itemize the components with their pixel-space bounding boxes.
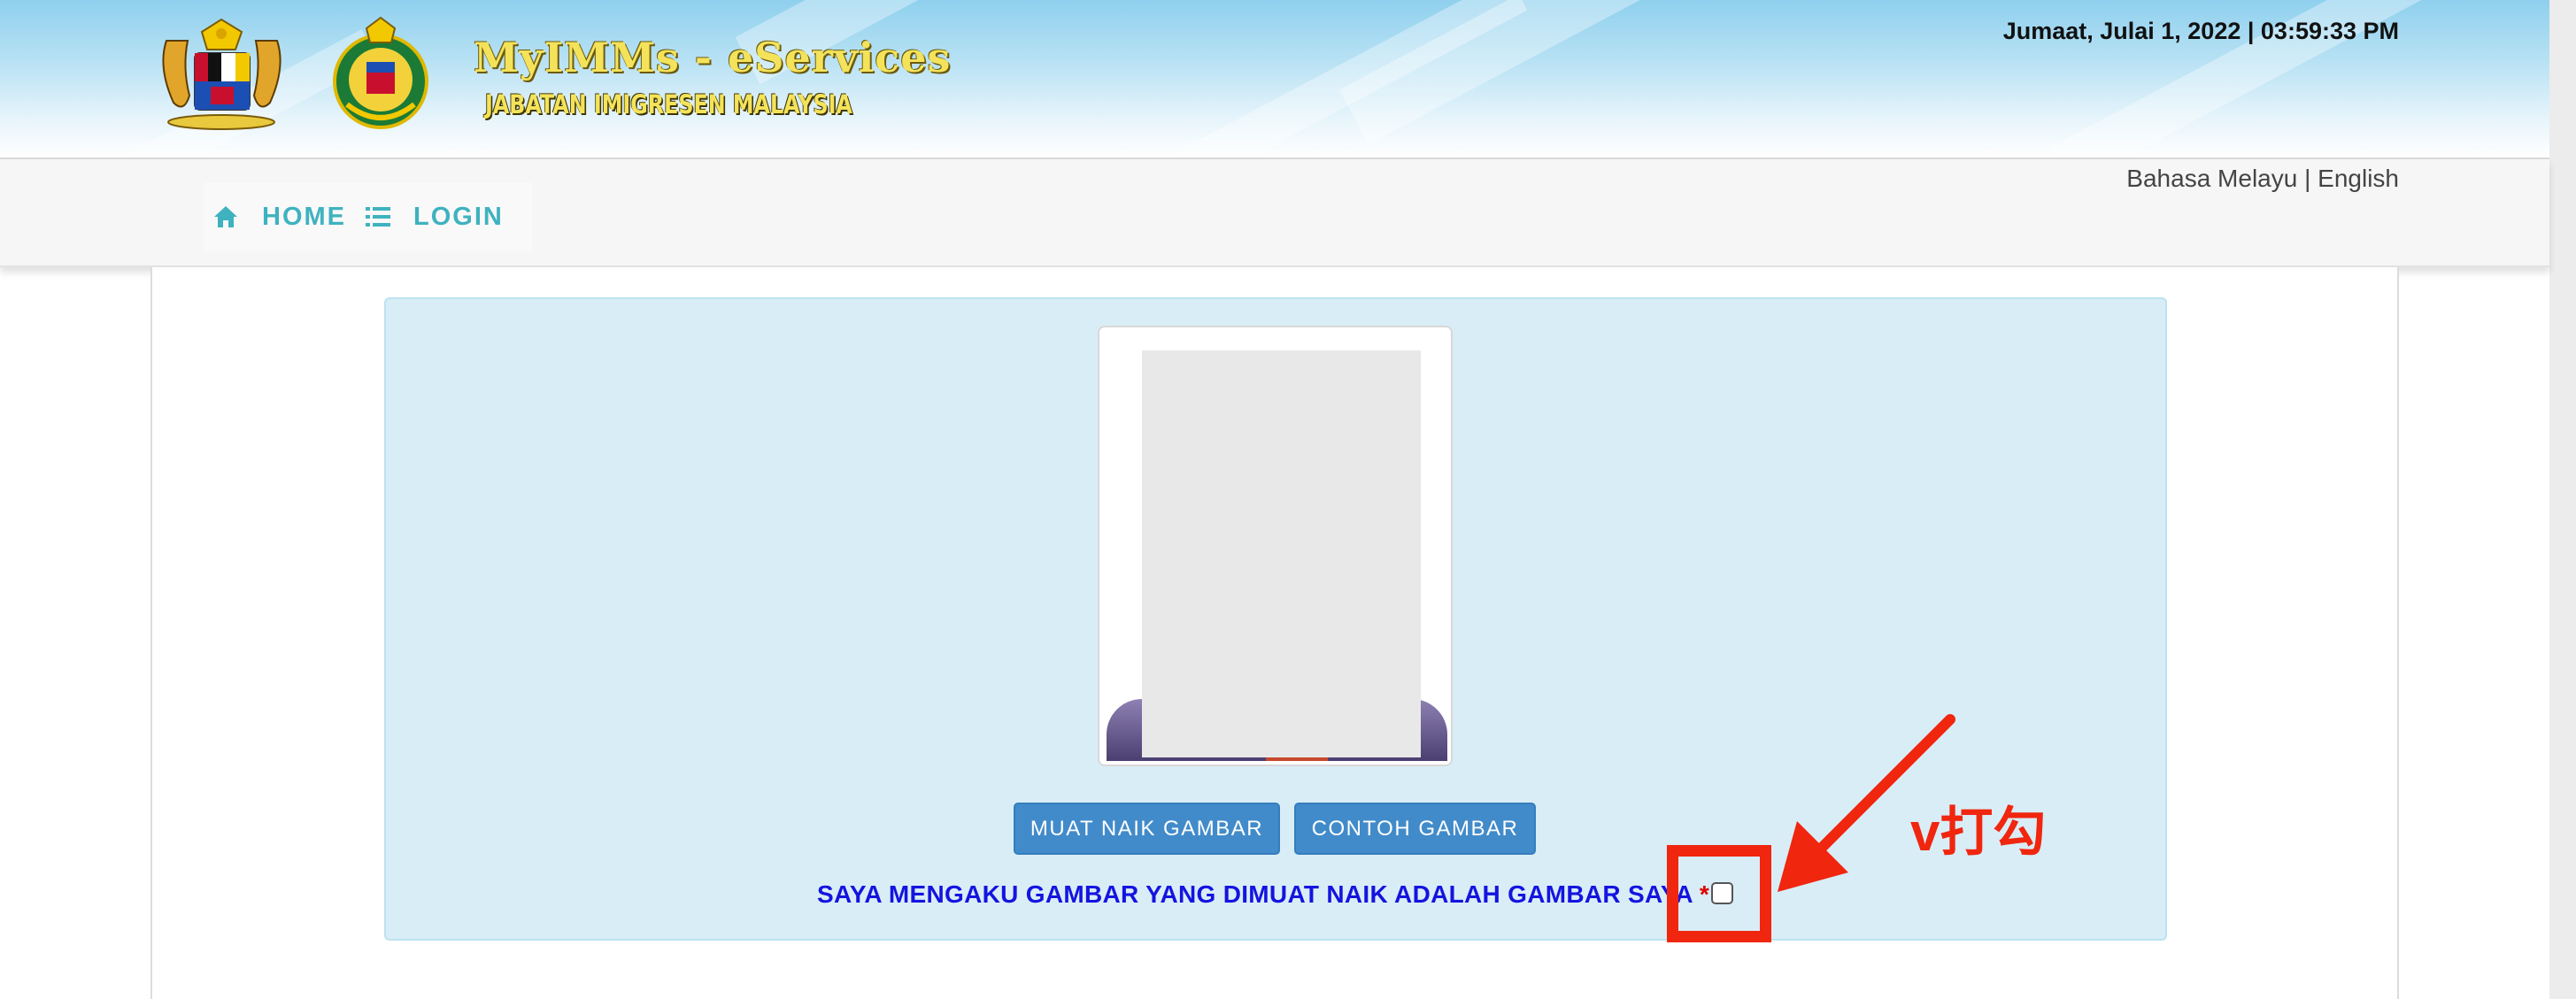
lang-separator: | (2304, 165, 2311, 192)
coat-of-arms-logo (162, 18, 282, 130)
annotation-highlight-box (1667, 845, 1771, 942)
lang-english-link[interactable]: English (2318, 165, 2399, 192)
brand-title: MyIMMs - eServices (474, 34, 952, 81)
nav-home-label: HOME (262, 202, 346, 231)
language-switcher: Bahasa Melayu | English (2089, 165, 2399, 193)
current-datetime: Jumaat, Julai 1, 2022 | 03:59:33 PM (2002, 18, 2399, 44)
lang-malay-link[interactable]: Bahasa Melayu (2126, 165, 2297, 192)
nav-home[interactable]: HOME (212, 203, 346, 232)
upload-photo-button[interactable]: MUAT NAIK GAMBAR (1014, 803, 1280, 855)
nav-menu: HOME LOGIN (204, 182, 532, 251)
list-icon (366, 207, 390, 227)
brand-subtitle: JABATAN IMIGRESEN MALAYSIA (485, 89, 852, 119)
home-icon (214, 206, 237, 227)
nav-login[interactable]: LOGIN (366, 203, 504, 232)
nav-login-label: LOGIN (413, 202, 504, 231)
consent-label: SAYA MENGAKU GAMBAR YANG DIMUAT NAIK ADA… (817, 880, 1709, 909)
photo-preview (1098, 326, 1453, 766)
site-header: MyIMMs - eServices JABATAN IMIGRESEN MAL… (0, 0, 2549, 159)
immigration-badge-logo (333, 16, 428, 129)
sample-photo-button[interactable]: CONTOH GAMBAR (1294, 803, 1536, 855)
photo-redacted-area (1142, 350, 1421, 757)
consent-text: SAYA MENGAKU GAMBAR YANG DIMUAT NAIK ADA… (817, 880, 1693, 908)
window-scroll-track[interactable] (2549, 0, 2576, 999)
annotation-note: v打勾 (1910, 803, 2047, 862)
